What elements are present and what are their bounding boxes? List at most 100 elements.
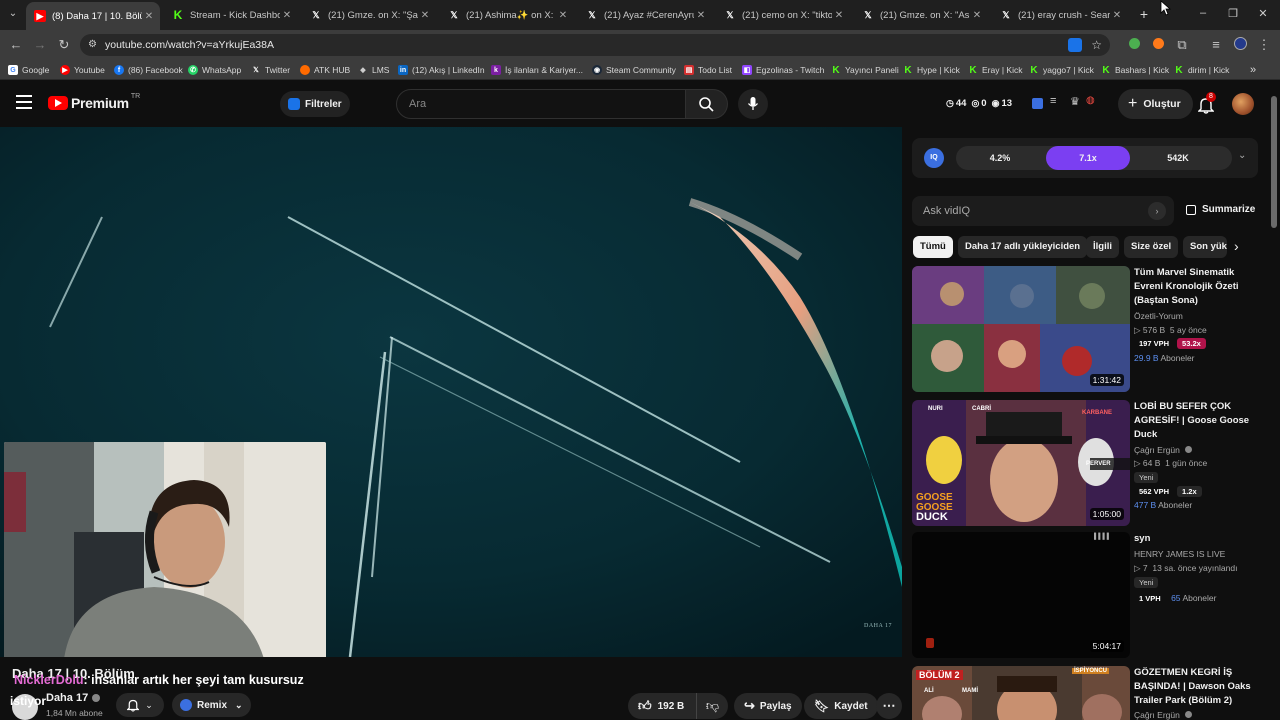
scrollbar-thumb[interactable]	[1271, 96, 1277, 228]
forward-icon[interactable]: →	[32, 37, 48, 53]
bookmark-star-icon[interactable]: ☆	[1091, 34, 1102, 56]
voice-search-button[interactable]	[738, 89, 768, 119]
bookmark-atk-hub[interactable]: ATK HUB	[300, 63, 350, 77]
chip-from-uploader[interactable]: Daha 17 adlı yükleyiciden	[958, 236, 1088, 258]
ask-vidiq-input[interactable]: Ask vidIQ ›	[912, 196, 1174, 226]
extensions-puzzle-icon[interactable]: ⧉	[1174, 37, 1190, 53]
address-bar[interactable]: ⚙ youtube.com/watch?v=aYrkujEa38A ☆	[80, 34, 1110, 56]
bookmark-lms[interactable]: ◆ LMS	[358, 63, 389, 77]
more-actions-button[interactable]: ⋯	[876, 693, 902, 719]
reload-icon[interactable]: ↻	[56, 37, 72, 53]
search-button[interactable]	[686, 89, 728, 119]
bookmark-twitch[interactable]: ◧ Egzolinas - Twitch	[742, 63, 824, 77]
close-tab-icon[interactable]: ✕	[418, 10, 432, 21]
remix-button[interactable]: Remix ⌄	[172, 693, 251, 717]
profile-icon[interactable]	[1232, 37, 1248, 53]
chip-all[interactable]: Tümü	[913, 236, 953, 258]
chips-next-icon[interactable]: ›	[1234, 238, 1239, 254]
alert-icon[interactable]: ◍	[1086, 95, 1095, 106]
browser-tab[interactable]: 𝕏 (21) eray crush - Search / ✕	[992, 4, 1128, 26]
browser-tab[interactable]: 𝕏 (21) Gmze. on X: "Asıl gö ✕	[854, 4, 988, 26]
close-tab-icon[interactable]: ✕	[832, 10, 846, 21]
avatar[interactable]	[1232, 93, 1254, 115]
new-tab-icon[interactable]: +	[1136, 6, 1152, 22]
extension-orange-icon[interactable]	[1150, 37, 1166, 53]
like-button[interactable]: 👍︎ 192 B	[628, 693, 692, 719]
close-window-icon[interactable]: ✕	[1256, 7, 1270, 21]
trophy-icon[interactable]: ♛	[1070, 95, 1080, 108]
bookmarks-overflow-icon[interactable]: »	[1250, 63, 1256, 77]
chip-for-you[interactable]: Size özel	[1124, 236, 1179, 258]
media-control-icon[interactable]: ≡	[1208, 37, 1224, 53]
bookmark-twitter[interactable]: 𝕏 Twitter	[251, 63, 290, 77]
extension-green-icon[interactable]	[1126, 37, 1142, 53]
vidiq-stats[interactable]: ◷ 44 ◎ 0 ◉ 13	[946, 98, 1012, 109]
bookmark-facebook[interactable]: f (86) Facebook	[114, 63, 183, 77]
recommendation-channel[interactable]: Çağrı Ergün	[1134, 710, 1193, 720]
bookmark-youtube[interactable]: ▶ Youtube	[60, 63, 105, 77]
minimize-icon[interactable]: –	[1196, 7, 1210, 21]
vidiq-filters-button[interactable]: Filtreler	[280, 91, 350, 117]
bookmark-linkedin[interactable]: in (12) Akış | LinkedIn	[398, 63, 485, 77]
notification-bell-button[interactable]: ⌄	[116, 693, 164, 717]
channel-name[interactable]: Daha 17	[46, 692, 101, 704]
back-icon[interactable]: ←	[8, 37, 24, 53]
browser-tab[interactable]: 𝕏 (21) Gmze. on X: "Şarkıyı ✕	[302, 4, 436, 26]
browser-tab[interactable]: 𝕏 (21) Ashima✨ on X: "ya ✕	[440, 4, 574, 26]
save-button[interactable]: 🔖︎ Kaydet	[804, 693, 878, 719]
recommendation-title[interactable]: LOBİ BU SEFER ÇOK AGRESİF! | Goose Goose…	[1134, 400, 1264, 442]
tab-search-chevron-icon[interactable]: ⌄	[6, 8, 20, 22]
close-tab-icon[interactable]: ✕	[280, 10, 294, 21]
maximize-icon[interactable]: ❐	[1226, 7, 1240, 21]
browser-tab[interactable]: K Stream - Kick Dashboard ✕	[164, 4, 298, 26]
bookmark-yayinci-paneli[interactable]: K Yayıncı Paneli	[831, 63, 898, 77]
menu-icon[interactable]	[16, 95, 32, 109]
bookmark-whatsapp[interactable]: ✆ WhatsApp	[188, 63, 241, 77]
vidiq-icon[interactable]	[1032, 98, 1043, 109]
recommendation-title[interactable]: GÖZETMEN KEGRİ İŞ BAŞINDA! | Dawson Oaks…	[1134, 666, 1264, 708]
list-icon[interactable]: ≡	[1050, 95, 1056, 107]
page-scrollbar[interactable]	[1270, 88, 1278, 720]
send-arrow-icon[interactable]: ›	[1148, 202, 1166, 220]
more-vert-icon[interactable]: ⋮	[1256, 37, 1272, 53]
video-thumbnail[interactable]: BÖLÜM 2 İSPİYONCU ALİ MAMİ	[912, 666, 1130, 720]
share-button[interactable]: ↪ Paylaş	[734, 693, 802, 719]
bookmark-todo[interactable]: ▤ Todo List	[684, 63, 732, 77]
create-button[interactable]: + Oluştur	[1118, 89, 1193, 119]
recommendation-title[interactable]: Tüm Marvel Sinematik Evreni Kronolojik Ö…	[1134, 266, 1264, 308]
chip-recent[interactable]: Son yük	[1183, 236, 1227, 258]
bookmark-yaggo7-kick[interactable]: Kyaggo7 | Kick	[1029, 63, 1094, 77]
close-tab-icon[interactable]: ✕	[970, 10, 984, 21]
translate-icon[interactable]	[1068, 38, 1082, 52]
recommendation-channel[interactable]: HENRY JAMES IS LIVE	[1134, 549, 1225, 559]
bookmark-hype-kick[interactable]: K Hype | Kick	[903, 63, 959, 77]
browser-tab[interactable]: ▶ (8) Daha 17 | 10. Bölüm - ✕	[26, 2, 160, 30]
expand-chevron-icon[interactable]: ⌄	[1238, 150, 1246, 161]
close-tab-icon[interactable]: ✕	[556, 10, 570, 21]
bookmark-eray-kick[interactable]: K Eray | Kick	[968, 63, 1022, 77]
video-thumbnail[interactable]: 1:31:42	[912, 266, 1130, 392]
site-info-icon[interactable]: ⚙	[88, 34, 97, 56]
browser-tab[interactable]: 𝕏 (21) cemo on X: "tiktok p ✕	[716, 4, 850, 26]
bookmark-dirim-kick[interactable]: Kdirim | Kick	[1174, 63, 1229, 77]
close-tab-icon[interactable]: ✕	[1110, 10, 1124, 21]
browser-tab[interactable]: 𝕏 (21) Ayaz #CerenAyruk on ✕	[578, 4, 712, 26]
bookmark-google[interactable]: G Google	[8, 63, 49, 77]
bookmark-steam[interactable]: ◉ Steam Community	[592, 63, 676, 77]
video-thumbnail[interactable]: ▌▌▌▌ 5:04:17	[912, 532, 1130, 658]
notifications-button[interactable]: 8	[1196, 92, 1218, 115]
search-input[interactable]: Ara	[396, 89, 686, 119]
video-player[interactable]: DAHA 17	[0, 127, 902, 657]
chip-related[interactable]: İlgili	[1086, 236, 1119, 258]
close-tab-icon[interactable]: ✕	[142, 11, 156, 22]
close-tab-icon[interactable]: ✕	[694, 10, 708, 21]
recommendation-channel[interactable]: Çağrı Ergün	[1134, 445, 1193, 455]
bookmark-bashars-kick[interactable]: K Bashars | Kick	[1101, 63, 1169, 77]
bookmark-kariyer[interactable]: k İş ilanları & Kariyer...	[491, 63, 583, 77]
recommendation-title[interactable]: syn	[1134, 532, 1264, 546]
dislike-button[interactable]: 👎︎	[696, 693, 728, 719]
video-thumbnail[interactable]: NURI CABRİ KARBANE PERVER GOOSE GOOSE DU…	[912, 400, 1130, 526]
recommendation-channel[interactable]: Özetli-Yorum	[1134, 311, 1183, 321]
summarize-button[interactable]: Summarize	[1186, 204, 1255, 215]
youtube-logo[interactable]: Premium TR	[48, 93, 140, 111]
